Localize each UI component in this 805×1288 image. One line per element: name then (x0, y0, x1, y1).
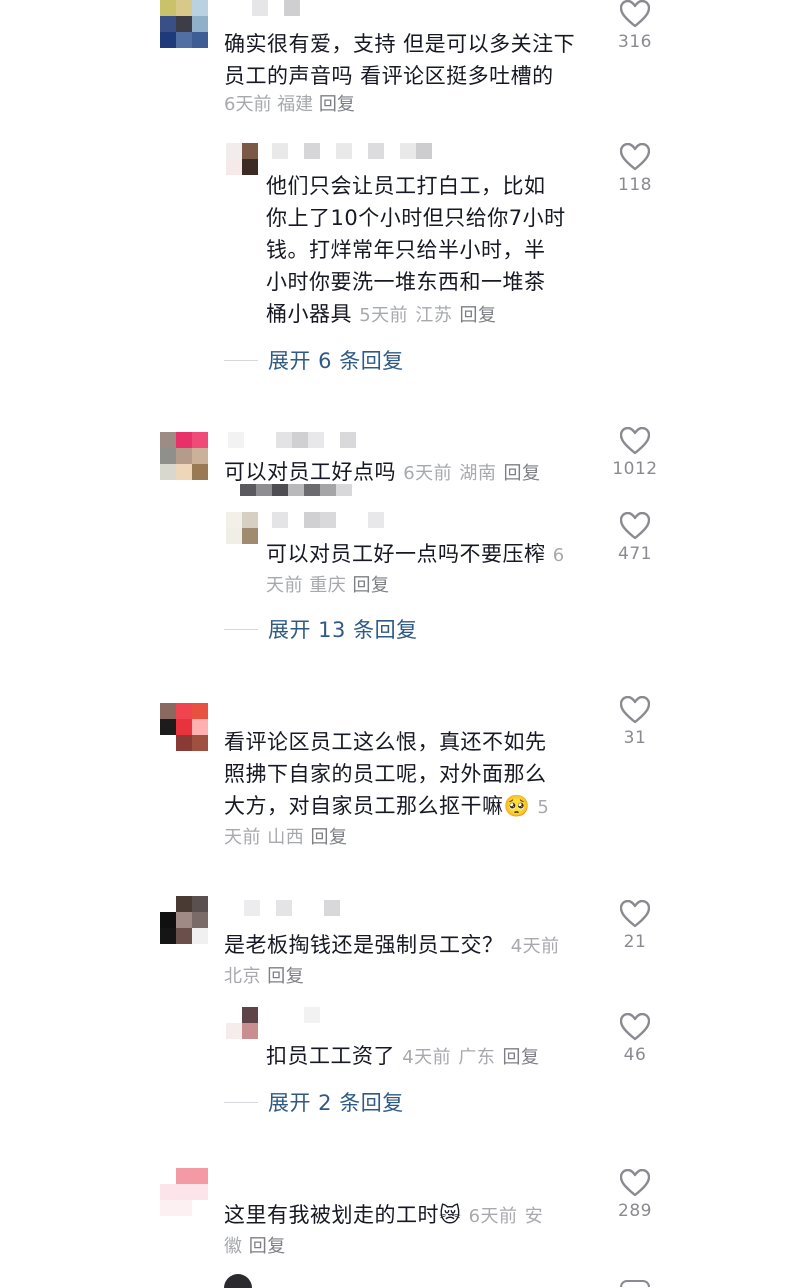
avatar[interactable] (160, 432, 208, 480)
reply-button[interactable]: 回复 (504, 463, 541, 484)
reply-button[interactable]: 回复 (352, 575, 389, 596)
like-count: 316 (618, 32, 652, 52)
divider-line (224, 359, 258, 361)
comment-text: 确实很有爱，支持 但是可以多关注下 员工的声音吗 看评论区挺多吐槽的 (224, 32, 576, 88)
avatar[interactable] (226, 143, 259, 176)
heart-icon[interactable] (620, 1280, 650, 1287)
reply-button[interactable]: 回复 (310, 827, 347, 848)
heart-icon (600, 1169, 670, 1197)
heart-icon (600, 0, 670, 28)
cat-emoji: 😿 (439, 1203, 462, 1227)
heart-icon (600, 427, 670, 455)
username-blurred[interactable] (272, 143, 432, 161)
like-button[interactable]: 471 (600, 512, 670, 564)
heart-icon (600, 512, 670, 540)
divider-line (224, 1101, 258, 1103)
like-button[interactable]: 316 (600, 0, 670, 52)
reply-button[interactable]: 回复 (319, 94, 355, 115)
username-blurred[interactable] (228, 432, 356, 450)
like-button[interactable]: 118 (600, 143, 670, 195)
heart-icon (600, 1013, 670, 1041)
like-count: 118 (618, 175, 652, 195)
expand-replies-button[interactable]: 展开 6 条回复 (224, 345, 404, 375)
comment-text: 这里有我被划走的工时😿 6天前 安 徽 回复 (224, 1203, 544, 1257)
avatar[interactable] (226, 512, 259, 545)
reply-button[interactable]: 回复 (249, 1236, 286, 1257)
like-button[interactable]: 21 (600, 900, 670, 952)
avatar[interactable] (224, 1274, 252, 1288)
reply-button[interactable]: 回复 (503, 1047, 540, 1068)
like-count: 471 (618, 544, 652, 564)
like-count: 1012 (612, 459, 658, 479)
avatar[interactable] (160, 896, 208, 944)
avatar[interactable] (160, 0, 208, 48)
username-blurred[interactable] (228, 900, 340, 918)
like-button[interactable]: 31 (600, 696, 670, 748)
avatar[interactable] (226, 1007, 259, 1040)
expand-replies-button[interactable]: 展开 13 条回复 (224, 614, 418, 644)
like-count: 46 (623, 1045, 647, 1065)
like-button[interactable]: 289 (600, 1169, 670, 1221)
username-blurred[interactable] (272, 1007, 320, 1025)
reply-button[interactable]: 回复 (267, 966, 304, 987)
comment-text: 看评论区员工这么恨，真还不如先 照拂下自家的员工呢，对外面那么 大方，对自家员工… (224, 730, 550, 848)
like-button[interactable]: 46 (600, 1013, 670, 1065)
reply-button[interactable]: 回复 (460, 305, 497, 326)
divider-line (224, 628, 258, 630)
comment-meta: 6天前 福建 回复 (224, 94, 355, 115)
heart-icon (600, 143, 670, 171)
like-count: 289 (618, 1201, 652, 1221)
avatar[interactable] (160, 703, 208, 751)
username-blurred[interactable] (252, 0, 300, 18)
like-button[interactable]: 1012 (600, 427, 670, 479)
comment-text: 是老板掏钱还是强制员工交？ 4天前 北京 回复 (224, 933, 560, 987)
heart-icon (600, 696, 670, 724)
like-count: 31 (623, 728, 647, 748)
username-blurred[interactable] (272, 512, 384, 530)
heart-icon (600, 900, 670, 928)
avatar[interactable] (160, 1168, 208, 1216)
comment-text: 他们只会让员工打白工，比如 你上了10个小时但只给你7小时 钱。打烊常年只给半小… (266, 174, 566, 326)
expand-replies-button[interactable]: 展开 2 条回复 (224, 1087, 404, 1117)
crying-emoji: 🥺 (503, 794, 531, 818)
comment-text: 可以对员工好一点吗不要压榨 6 天前 重庆 回复 (266, 542, 565, 596)
blur-overlay (240, 484, 352, 496)
like-count: 21 (623, 932, 647, 952)
comment-text: 扣员工工资了 4天前 广东 回复 (266, 1044, 540, 1068)
